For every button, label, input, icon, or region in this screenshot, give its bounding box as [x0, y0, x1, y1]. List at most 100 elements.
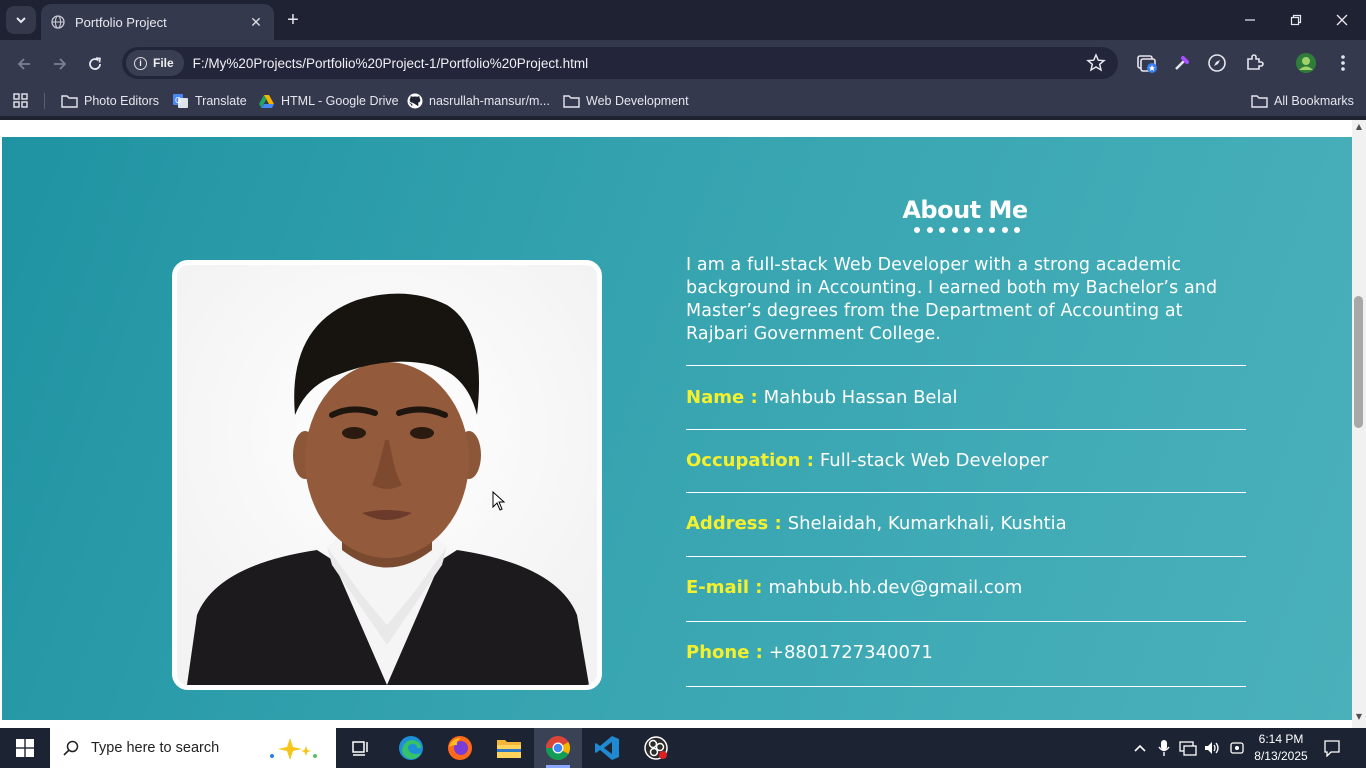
taskbar-file-explorer[interactable] [485, 728, 533, 768]
info-value: Mahbub Hassan Belal [763, 387, 958, 408]
tab-groups-icon[interactable] [1136, 52, 1158, 74]
volume-icon[interactable] [1202, 738, 1222, 758]
info-label: Occupation : [686, 450, 814, 471]
divider-line [686, 492, 1246, 493]
url-text[interactable]: F:/My%20Projects/Portfolio%20Project-1/P… [193, 56, 588, 71]
divider-line [686, 621, 1246, 622]
info-address: Address : Shelaidah, Kumarkhali, Kushtia [686, 513, 1067, 534]
eyedropper-icon[interactable] [1171, 52, 1193, 74]
task-view-button[interactable] [337, 728, 385, 768]
notifications-icon[interactable] [1322, 738, 1342, 758]
chevron-down-icon [16, 17, 26, 24]
github-icon [407, 93, 423, 109]
apps-grid-button[interactable] [12, 90, 36, 112]
info-value: Shelaidah, Kumarkhali, Kushtia [787, 513, 1067, 534]
info-label: Name : [686, 387, 758, 408]
about-title: About Me [902, 196, 1028, 224]
vscode-icon [595, 736, 619, 760]
scroll-thumb[interactable] [1354, 296, 1363, 428]
meet-now-icon[interactable] [1227, 738, 1247, 758]
bookmark-label: Web Development [586, 94, 689, 108]
bookmark-translate[interactable]: G Translate [172, 90, 247, 112]
bookmark-photo-editors[interactable]: Photo Editors [61, 90, 159, 112]
site-info-label: File [153, 56, 174, 70]
bookmark-github[interactable]: nasrullah-mansur/m... [407, 90, 550, 112]
info-label: Address : [686, 513, 782, 534]
scroll-down-arrow-icon[interactable]: ▼ [1352, 712, 1366, 724]
arrow-right-icon [54, 58, 67, 70]
title-dots-divider [914, 225, 1020, 235]
windows-logo-icon [16, 739, 34, 757]
info-label: Phone : [686, 642, 763, 663]
start-button[interactable] [0, 728, 50, 768]
reload-button[interactable] [81, 50, 109, 78]
clock-time: 6:14 PM [1258, 732, 1304, 746]
info-value: Full-stack Web Developer [819, 450, 1049, 471]
sparkle-icon [270, 738, 317, 760]
scroll-up-arrow-icon[interactable]: ▲ [1352, 122, 1366, 134]
taskbar-chrome[interactable] [534, 728, 582, 768]
profile-photo [172, 260, 602, 690]
portrait-image [177, 265, 597, 685]
info-email: E-mail : mahbub.hb.dev@gmail.com [686, 577, 1022, 598]
all-bookmarks-button[interactable]: All Bookmarks [1251, 90, 1354, 112]
mouse-cursor-icon [492, 491, 506, 511]
arrow-left-icon [17, 58, 30, 70]
site-info-chip[interactable]: i File [126, 50, 184, 76]
bookmark-star-icon[interactable] [1086, 53, 1106, 73]
translate-icon: G [173, 94, 188, 108]
info-label: E-mail : [686, 577, 763, 598]
back-button[interactable] [10, 50, 38, 78]
taskbar-edge[interactable] [387, 728, 435, 768]
extensions-icon[interactable] [1243, 52, 1265, 74]
tab-search-button[interactable] [6, 6, 36, 34]
all-bookmarks-label: All Bookmarks [1274, 94, 1354, 108]
reload-icon [89, 57, 101, 70]
close-icon [1336, 14, 1348, 26]
taskbar-firefox[interactable] [436, 728, 484, 768]
close-window-button[interactable] [1319, 0, 1365, 40]
divider-line [686, 429, 1246, 430]
bookmark-label: nasrullah-mansur/m... [429, 94, 550, 108]
menu-icon[interactable] [1332, 52, 1354, 74]
forward-button[interactable] [46, 50, 74, 78]
google-drive-icon [259, 94, 274, 108]
new-tab-button[interactable]: + [282, 8, 304, 32]
folder-icon [563, 95, 580, 108]
bookmark-web-development[interactable]: Web Development [563, 90, 689, 112]
taskbar-vscode[interactable] [583, 728, 631, 768]
bookmark-google-drive[interactable]: HTML - Google Drive [258, 90, 399, 112]
about-section: About Me I am a full-stack Web Developer… [2, 137, 1352, 720]
taskbar-obs[interactable] [632, 728, 680, 768]
close-tab-icon[interactable]: ✕ [246, 12, 266, 32]
restore-button[interactable] [1273, 0, 1319, 40]
network-icon[interactable] [1178, 738, 1198, 758]
taskbar-clock[interactable]: 6:14 PM 8/13/2025 [1252, 731, 1310, 765]
minimize-button[interactable] [1227, 0, 1273, 40]
active-tab[interactable]: Portfolio Project ✕ [41, 4, 274, 40]
taskbar-search[interactable]: Type here to search [50, 728, 336, 768]
profile-avatar-icon[interactable] [1295, 52, 1317, 74]
folder-icon [1251, 95, 1268, 108]
microphone-icon[interactable] [1154, 738, 1174, 758]
info-value: +8801727340071 [768, 642, 933, 663]
file-explorer-icon [497, 740, 521, 758]
tray-chevron-up-icon[interactable] [1130, 738, 1150, 758]
compass-icon[interactable] [1206, 52, 1228, 74]
folder-icon [61, 95, 78, 108]
tab-title: Portfolio Project [75, 14, 167, 30]
info-value: mahbub.hb.dev@gmail.com [768, 577, 1023, 598]
info-icon: i [134, 56, 147, 70]
divider-line [686, 556, 1246, 557]
search-icon [63, 740, 79, 756]
clock-date: 8/13/2025 [1254, 749, 1308, 763]
globe-icon [51, 15, 65, 29]
info-occupation: Occupation : Full-stack Web Developer [686, 450, 1048, 471]
restore-icon [1290, 14, 1302, 26]
address-bar[interactable]: i File F:/My%20Projects/Portfolio%20Proj… [122, 47, 1118, 79]
svg-text:G: G [175, 96, 181, 105]
search-placeholder: Type here to search [91, 740, 220, 756]
info-phone: Phone : +8801727340071 [686, 642, 933, 663]
page-viewport: About Me I am a full-stack Web Developer… [0, 120, 1352, 728]
bookmark-label: Photo Editors [84, 94, 160, 108]
